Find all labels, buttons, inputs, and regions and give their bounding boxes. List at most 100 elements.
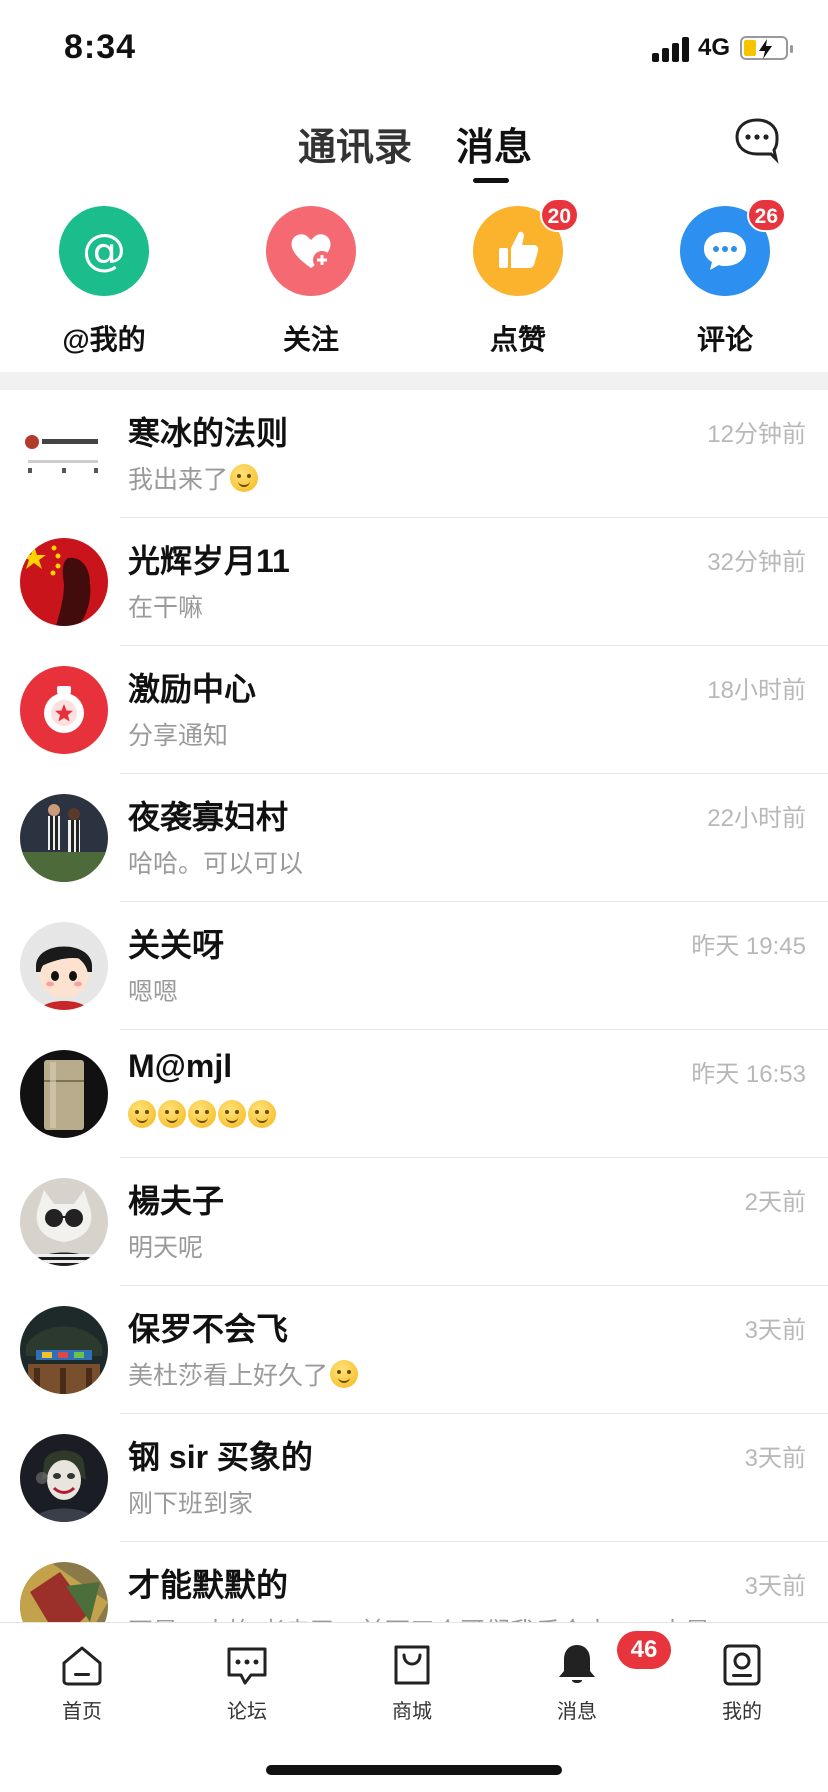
- category-label: 评论: [696, 324, 753, 355]
- nav-label: 首页: [62, 1701, 102, 1723]
- avatar: [20, 922, 108, 1010]
- message-categories: @ @我的 关注 20 点赞 26 评论: [0, 198, 828, 370]
- home-icon: [58, 1641, 106, 1689]
- message-time: 3天前: [744, 1573, 806, 1600]
- category-comments[interactable]: 26 评论: [645, 198, 805, 358]
- message-preview: 美杜莎看上好久了: [128, 1356, 359, 1392]
- nav-label: 我的: [722, 1701, 762, 1723]
- status-time: 8:34: [64, 28, 137, 66]
- message-time: 昨天 19:45: [691, 933, 806, 960]
- contact-name: 关关呀: [128, 927, 225, 963]
- smirk-emoji-icon: [230, 464, 259, 492]
- section-divider: [0, 372, 828, 390]
- avatar: [20, 1178, 108, 1266]
- category-follows[interactable]: 关注: [231, 206, 391, 358]
- new-chat-icon[interactable]: [732, 114, 782, 164]
- contact-name: 保罗不会飞: [128, 1311, 289, 1347]
- signal-icon: [652, 36, 692, 62]
- thumbs-up-icon: 20: [473, 198, 579, 296]
- conversation-row[interactable]: 保罗不会飞 美杜莎看上好久了 3天前: [0, 1286, 828, 1414]
- nav-label: 论坛: [227, 1701, 267, 1723]
- status-bar: 8:34 4G: [0, 0, 828, 100]
- bell-icon: 46: [553, 1631, 671, 1689]
- category-mentions[interactable]: @ @我的: [24, 206, 184, 358]
- avatar: [20, 666, 108, 754]
- shopping-bag-icon: [388, 1641, 436, 1689]
- chat-bubble-icon: 26: [680, 198, 786, 296]
- contact-name: 钢 sir 买象的: [128, 1439, 313, 1475]
- message-preview: 刚下班到家: [128, 1490, 254, 1518]
- profile-icon: [718, 1641, 766, 1689]
- contact-name: 楊夫子: [128, 1183, 225, 1219]
- heart-plus-icon: [266, 206, 356, 296]
- message-time: 18小时前: [707, 677, 806, 704]
- category-likes[interactable]: 20 点赞: [438, 198, 598, 358]
- message-preview: 分享通知: [128, 722, 229, 750]
- message-time: 32分钟前: [707, 549, 806, 576]
- forum-icon: [223, 1641, 271, 1689]
- tab-messages[interactable]: 消息: [456, 116, 532, 171]
- avatar: [20, 538, 108, 626]
- network-type: 4G: [698, 34, 731, 61]
- avatar: [20, 1050, 108, 1138]
- contact-name: 才能默默的: [128, 1567, 289, 1603]
- message-time: 22小时前: [707, 805, 806, 832]
- battery-icon: [740, 36, 793, 60]
- home-indicator[interactable]: [266, 1765, 562, 1775]
- conversation-row[interactable]: 才能默默的 不是，水均 者走了，前面三个哥们我乐会去……水是 3天前: [0, 1542, 828, 1622]
- contact-name: 夜袭寡妇村: [128, 799, 289, 835]
- category-label: 点赞: [489, 324, 546, 355]
- header: 通讯录 消息: [0, 100, 828, 190]
- message-preview: 哈哈。可以可以: [128, 850, 304, 878]
- contact-name: M@mjl: [128, 1048, 233, 1084]
- conversation-row[interactable]: 关关呀 嗯嗯 昨天 19:45: [0, 902, 828, 1030]
- conversation-list[interactable]: 寒冰的法则 我出来了 12分钟前 光辉岁月11 在干嘛 32分钟前 激励中心 分…: [0, 390, 828, 1622]
- message-preview: 在干嘛: [128, 594, 204, 622]
- contact-name: 光辉岁月11: [128, 543, 290, 579]
- message-preview: [128, 1100, 276, 1128]
- contact-name: 激励中心: [128, 671, 257, 707]
- contact-name: 寒冰的法则: [128, 415, 289, 451]
- message-preview: 不是，水均 者走了，前面三个哥们我乐会去……水是: [128, 1612, 710, 1622]
- avatar: [20, 1562, 108, 1622]
- message-time: 2天前: [744, 1189, 806, 1216]
- message-preview: 明天呢: [128, 1234, 204, 1262]
- sweat-emoji-icon: [188, 1100, 216, 1128]
- conversation-row[interactable]: 夜袭寡妇村 哈哈。可以可以 22小时前: [0, 774, 828, 902]
- avatar: [20, 410, 108, 498]
- message-time: 3天前: [744, 1445, 806, 1472]
- conversation-row[interactable]: M@mjl 昨天 16:53: [0, 1030, 828, 1158]
- sweat-emoji-icon: [248, 1100, 276, 1128]
- nav-shop[interactable]: 商城: [352, 1641, 472, 1724]
- svg-text:@: @: [82, 225, 126, 276]
- message-time: 3天前: [744, 1317, 806, 1344]
- nav-forum[interactable]: 论坛: [187, 1641, 307, 1724]
- avatar: [20, 1306, 108, 1394]
- sweat-emoji-icon: [218, 1100, 246, 1128]
- messages-badge: 46: [617, 1631, 671, 1669]
- message-time: 昨天 16:53: [691, 1061, 806, 1088]
- nav-messages[interactable]: 46 消息: [517, 1631, 671, 1724]
- active-tab-indicator: [473, 178, 509, 183]
- tab-contacts[interactable]: 通讯录: [298, 116, 412, 171]
- message-preview: 我出来了: [128, 460, 259, 496]
- comments-badge: 26: [746, 198, 786, 232]
- conversation-row[interactable]: 光辉岁月11 在干嘛 32分钟前: [0, 518, 828, 646]
- drooling-emoji-icon: [330, 1360, 359, 1388]
- conversation-row[interactable]: 激励中心 分享通知 18小时前: [0, 646, 828, 774]
- sweat-emoji-icon: [158, 1100, 186, 1128]
- category-label: 关注: [282, 324, 339, 355]
- likes-badge: 20: [539, 198, 579, 232]
- conversation-row[interactable]: 钢 sir 买象的 刚下班到家 3天前: [0, 1414, 828, 1542]
- avatar: [20, 1434, 108, 1522]
- conversation-row[interactable]: 楊夫子 明天呢 2天前: [0, 1158, 828, 1286]
- nav-label: 消息: [557, 1701, 597, 1723]
- nav-home[interactable]: 首页: [22, 1641, 142, 1724]
- conversation-row[interactable]: 寒冰的法则 我出来了 12分钟前: [0, 390, 828, 518]
- sweat-emoji-icon: [128, 1100, 156, 1128]
- category-label: @我的: [62, 324, 146, 355]
- nav-profile[interactable]: 我的: [682, 1641, 802, 1724]
- message-time: 12分钟前: [707, 421, 806, 448]
- nav-label: 商城: [392, 1701, 432, 1723]
- message-preview: 嗯嗯: [128, 978, 179, 1006]
